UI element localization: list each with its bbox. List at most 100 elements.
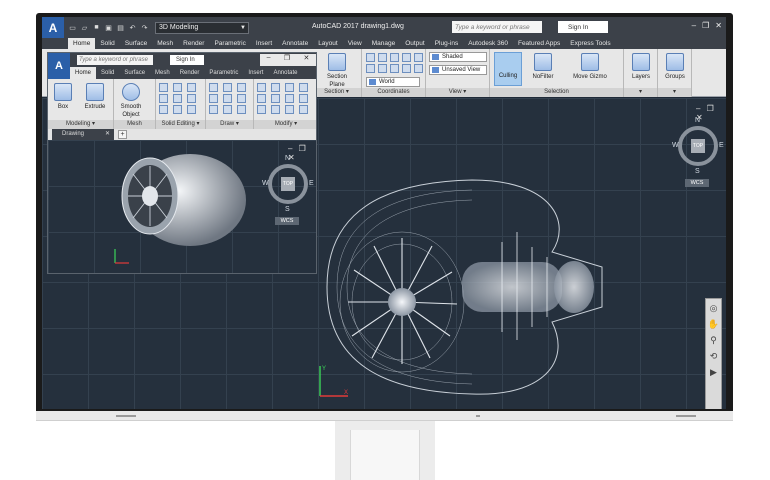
- workspace-dropdown[interactable]: 3D Modeling ▼: [155, 21, 249, 34]
- secondary-viewcube[interactable]: N TOP W E S WCS: [262, 154, 314, 225]
- secondary-sign-in-button[interactable]: Sign In: [170, 55, 204, 65]
- tab-parametric[interactable]: Parametric: [209, 38, 250, 49]
- extrude-button[interactable]: Extrude: [78, 83, 112, 111]
- sign-in-button[interactable]: Sign In: [558, 21, 608, 33]
- secondary-viewport[interactable]: – ❐ ✕ N TOP W E S WCS: [48, 140, 316, 273]
- secondary-search-input[interactable]: Type a keyword or phrase: [77, 55, 153, 65]
- polygon-icon[interactable]: [209, 105, 218, 114]
- slice-icon[interactable]: [159, 94, 168, 103]
- move-gizmo-button[interactable]: Move Gizmo: [568, 53, 612, 81]
- new-tab-button[interactable]: +: [118, 130, 127, 139]
- showmotion-icon[interactable]: ▶: [710, 367, 717, 378]
- solid-editing-panel-label[interactable]: Solid Editing ▾: [156, 120, 205, 129]
- view-preset-dropdown[interactable]: Unsaved View: [429, 65, 487, 75]
- undo-icon[interactable]: ↶: [128, 23, 137, 32]
- tab-mesh[interactable]: Mesh: [152, 38, 178, 49]
- tab-layout[interactable]: Layout: [313, 38, 343, 49]
- secondary-app-menu[interactable]: A: [48, 53, 70, 79]
- groups-button[interactable]: Groups: [658, 53, 692, 81]
- tab-featured-apps[interactable]: Featured Apps: [513, 38, 565, 49]
- hatch-icon[interactable]: [237, 105, 246, 114]
- polyline-icon[interactable]: [223, 83, 232, 92]
- viewcube-north[interactable]: N: [285, 155, 290, 162]
- zoom-icon[interactable]: ⚲: [710, 335, 717, 346]
- ucs-icon[interactable]: [366, 53, 375, 62]
- close-icon[interactable]: ✕: [715, 21, 722, 30]
- modeling-panel-label[interactable]: Modeling ▾: [48, 120, 113, 129]
- ucs-x-icon[interactable]: [390, 53, 399, 62]
- scale-icon[interactable]: [271, 105, 280, 114]
- explode-icon[interactable]: [299, 105, 308, 114]
- viewcube-top-face[interactable]: TOP: [281, 177, 295, 191]
- close-icon[interactable]: ✕: [105, 129, 110, 140]
- tab-insert[interactable]: Insert: [251, 38, 277, 49]
- array-icon[interactable]: [299, 94, 308, 103]
- tab-render[interactable]: Render: [175, 67, 205, 79]
- section-plane-button[interactable]: Section Plane: [320, 53, 354, 89]
- save-icon[interactable]: ■: [92, 23, 101, 32]
- viewcube-north[interactable]: N: [695, 117, 700, 124]
- ucs-dropdown[interactable]: World: [366, 77, 420, 87]
- steering-wheel-icon[interactable]: ◎: [710, 303, 718, 314]
- viewcube-west[interactable]: W: [262, 180, 269, 187]
- tab-plug-ins[interactable]: Plug-ins: [430, 38, 463, 49]
- culling-button[interactable]: Culling: [494, 52, 522, 86]
- arc-icon[interactable]: [209, 94, 218, 103]
- tab-annotate[interactable]: Annotate: [268, 67, 302, 79]
- minimize-icon[interactable]: –: [267, 54, 271, 66]
- draw-panel-label[interactable]: Draw ▾: [206, 120, 253, 129]
- tab-output[interactable]: Output: [400, 38, 430, 49]
- thicken-icon[interactable]: [173, 94, 182, 103]
- groups-panel-label[interactable]: ▾: [658, 88, 691, 97]
- ucs-face-icon[interactable]: [390, 64, 399, 73]
- move-icon[interactable]: [257, 83, 266, 92]
- rotate-icon[interactable]: [271, 83, 280, 92]
- print-icon[interactable]: ▤: [116, 23, 125, 32]
- trim-icon[interactable]: [285, 83, 294, 92]
- stretch-icon[interactable]: [257, 105, 266, 114]
- line-icon[interactable]: [209, 83, 218, 92]
- tab-parametric[interactable]: Parametric: [204, 67, 243, 79]
- interfere-icon[interactable]: [187, 94, 196, 103]
- ucs-z-icon[interactable]: [414, 53, 423, 62]
- close-icon[interactable]: ✕: [303, 54, 309, 66]
- ucs-origin-icon[interactable]: [378, 53, 387, 62]
- viewcube-east[interactable]: E: [719, 142, 724, 149]
- ucs-zaxis-icon[interactable]: [414, 64, 423, 73]
- extract-edges-icon[interactable]: [159, 105, 168, 114]
- viewcube-west[interactable]: W: [672, 142, 679, 149]
- minimize-icon[interactable]: –: [692, 21, 696, 30]
- spline-icon[interactable]: [237, 94, 246, 103]
- view-panel-label[interactable]: View ▾: [426, 88, 489, 97]
- maximize-icon[interactable]: ❐: [284, 54, 290, 66]
- search-input[interactable]: Type a keyword or phrase: [452, 21, 542, 33]
- tab-surface[interactable]: Surface: [120, 38, 152, 49]
- maximize-icon[interactable]: ❐: [702, 21, 709, 30]
- viewcube-south[interactable]: S: [695, 168, 700, 175]
- layers-panel-label[interactable]: ▾: [624, 88, 657, 97]
- ellipse-icon[interactable]: [223, 105, 232, 114]
- ucs-3point-icon[interactable]: [402, 64, 411, 73]
- fillet-icon[interactable]: [285, 94, 294, 103]
- tab-autodesk-360[interactable]: Autodesk 360: [463, 38, 513, 49]
- new-file-icon[interactable]: ▭: [68, 23, 77, 32]
- smooth-object-button[interactable]: Smooth Object: [116, 83, 146, 119]
- tab-annotate[interactable]: Annotate: [277, 38, 313, 49]
- orbit-icon[interactable]: ⟲: [710, 351, 718, 362]
- tab-surface[interactable]: Surface: [119, 67, 150, 79]
- tab-mesh[interactable]: Mesh: [150, 67, 175, 79]
- ucs-object-icon[interactable]: [378, 64, 387, 73]
- shell-icon[interactable]: [187, 105, 196, 114]
- tab-render[interactable]: Render: [178, 38, 209, 49]
- modify-panel-label[interactable]: Modify ▾: [254, 120, 316, 129]
- extend-icon[interactable]: [299, 83, 308, 92]
- ucs-y-icon[interactable]: [402, 53, 411, 62]
- subtract-icon[interactable]: [173, 83, 182, 92]
- tab-insert[interactable]: Insert: [243, 67, 268, 79]
- layers-button[interactable]: Layers: [624, 53, 658, 81]
- viewcube[interactable]: N TOP W E S WCS: [672, 116, 724, 187]
- section-panel-label[interactable]: Section ▾: [312, 88, 361, 97]
- open-folder-icon[interactable]: ▱: [80, 23, 89, 32]
- viewcube-east[interactable]: E: [309, 180, 314, 187]
- tab-view[interactable]: View: [343, 38, 367, 49]
